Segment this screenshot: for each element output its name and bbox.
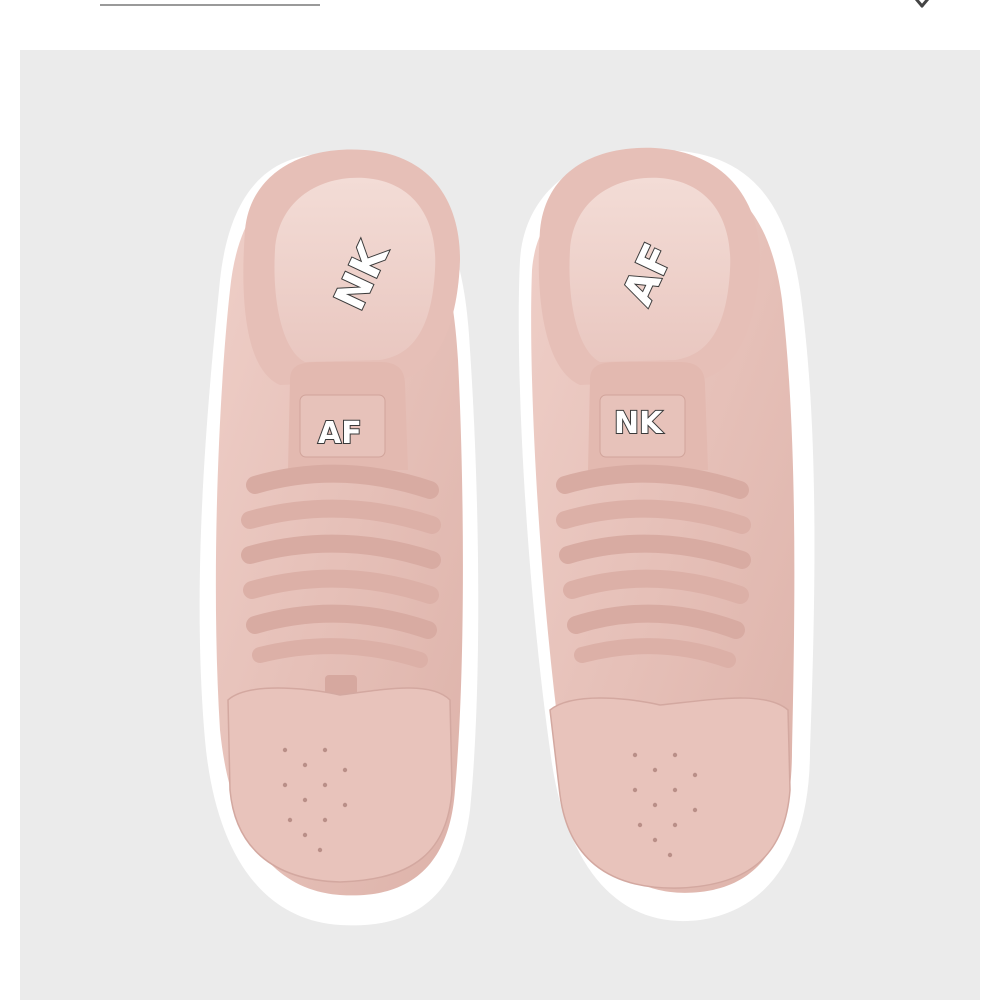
close-button[interactable] xyxy=(898,0,946,8)
left-tongue-logo: AF xyxy=(317,415,363,452)
left-tongue-logo-text: AF xyxy=(318,416,362,451)
viewer-header xyxy=(0,0,1000,40)
close-icon xyxy=(914,0,930,8)
left-shoe-toe xyxy=(227,687,453,883)
right-shoe: AF NK xyxy=(518,147,815,922)
product-photo[interactable]: NK AF AF NK xyxy=(20,50,980,1000)
product-image-viewer: NK AF AF NK xyxy=(0,0,1000,1000)
right-tongue-logo-text: NK xyxy=(614,406,664,441)
right-tongue-logo: NK xyxy=(613,405,665,442)
back-link[interactable] xyxy=(100,0,320,6)
sneaker-photo: NK AF AF NK xyxy=(199,147,815,926)
left-shoe: NK AF xyxy=(199,149,479,926)
